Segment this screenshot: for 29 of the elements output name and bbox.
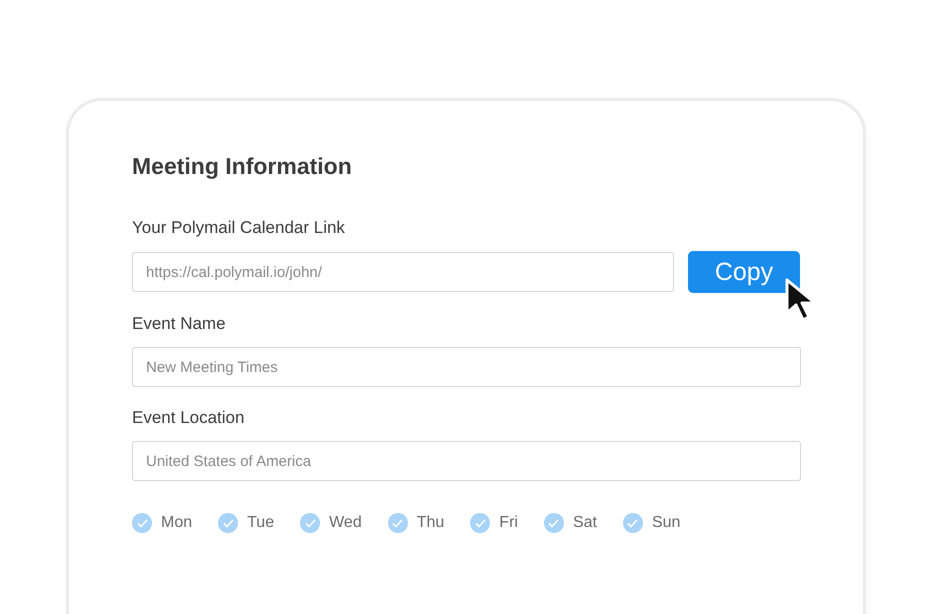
check-icon bbox=[136, 518, 148, 528]
field-label: Your Polymail Calendar Link bbox=[132, 217, 345, 239]
day-checkbox[interactable] bbox=[300, 513, 320, 533]
day-label: Wed bbox=[329, 513, 362, 533]
text-field[interactable]: New Meeting Times bbox=[132, 347, 801, 387]
day-label: Sat bbox=[572, 513, 597, 533]
field-label: Event Location bbox=[132, 407, 244, 429]
link-field[interactable]: https://cal.polymail.io/john/ bbox=[132, 252, 674, 292]
field-label: Event Name bbox=[132, 313, 226, 335]
text-field[interactable]: United States of America bbox=[132, 441, 801, 481]
day-checkbox[interactable] bbox=[470, 513, 490, 533]
check-icon bbox=[627, 518, 638, 528]
day-label: Tue bbox=[247, 513, 274, 533]
check-icon bbox=[392, 518, 404, 528]
day-checkbox[interactable] bbox=[218, 513, 238, 533]
day-label: Thu bbox=[416, 513, 444, 533]
day-checkbox[interactable] bbox=[388, 513, 408, 533]
day-label: Sun bbox=[652, 513, 680, 533]
day-checkbox[interactable] bbox=[132, 513, 152, 533]
day-checkbox[interactable] bbox=[622, 513, 643, 533]
check-icon bbox=[222, 518, 234, 528]
check-icon bbox=[304, 518, 316, 528]
form-title: Meeting Information bbox=[132, 152, 353, 181]
day-checkbox[interactable] bbox=[544, 513, 564, 533]
day-label: Mon bbox=[161, 513, 192, 533]
check-icon bbox=[474, 518, 486, 528]
copy-button[interactable]: Copy bbox=[688, 251, 800, 293]
check-icon bbox=[548, 518, 560, 528]
day-label: Fri bbox=[499, 513, 518, 533]
